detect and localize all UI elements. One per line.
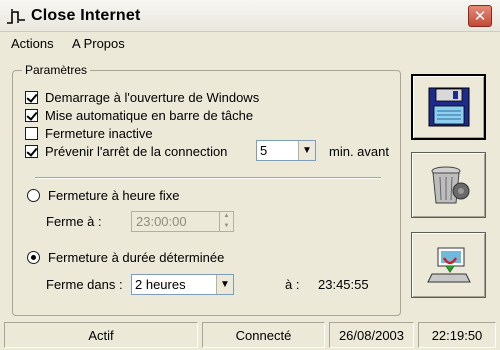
connect-button[interactable] — [411, 232, 486, 298]
window-title: Close Internet — [31, 7, 141, 24]
chevron-down-icon[interactable]: ▼ — [216, 275, 233, 294]
at-label: à : — [285, 277, 300, 292]
minutes-suffix: min. avant — [329, 144, 389, 159]
option-tray[interactable]: Mise automatique en barre de tâche — [25, 108, 253, 123]
radio-duration[interactable]: Fermeture à durée déterminée — [27, 250, 224, 265]
separator — [35, 177, 381, 179]
fixed-time-value: 23:00:00 — [136, 214, 187, 229]
status-date: 26/08/2003 — [329, 322, 414, 348]
trash-can-icon — [431, 166, 469, 204]
status-bar: Actif Connecté 26/08/2003 22:19:50 — [0, 319, 500, 350]
status-connection: Connecté — [202, 322, 325, 348]
checkbox-warn[interactable] — [25, 145, 38, 158]
option-startup[interactable]: Demarrage à l'ouverture de Windows — [25, 90, 259, 105]
menu-a-propos[interactable]: A Propos — [72, 36, 125, 51]
minutes-select-value: 5 — [260, 143, 268, 158]
checkbox-inactive[interactable] — [25, 127, 38, 140]
duration-select-value: 2 heures — [135, 277, 186, 292]
app-icon — [7, 9, 25, 24]
duration-select[interactable]: 2 heures ▼ — [131, 274, 234, 295]
spinner-down-icon[interactable]: ▼ — [220, 222, 233, 232]
radio-duration-button[interactable] — [27, 251, 40, 264]
title-bar[interactable]: Close Internet ✕ — [0, 0, 500, 32]
time-spinner[interactable]: ▲ ▼ — [219, 212, 233, 231]
menu-actions[interactable]: Actions — [11, 36, 54, 51]
checkbox-startup[interactable] — [25, 91, 38, 104]
checkbox-tray[interactable] — [25, 109, 38, 122]
minutes-select[interactable]: 5 ▼ — [256, 140, 316, 161]
chevron-down-icon[interactable]: ▼ — [298, 141, 315, 160]
save-button[interactable] — [411, 74, 486, 140]
option-warn[interactable]: Prévenir l'arrêt de la connection — [25, 144, 227, 159]
network-computer-icon — [426, 247, 471, 283]
close-icon: ✕ — [473, 7, 487, 25]
duration-field-label: Ferme dans : — [46, 277, 123, 292]
settings-group-title: Paramètres — [22, 63, 91, 77]
fixed-time-input[interactable]: 23:00:00 ▲ ▼ — [131, 211, 234, 232]
radio-fixed-time-button[interactable] — [27, 189, 40, 202]
floppy-disk-icon — [428, 87, 469, 127]
radio-fixed-time[interactable]: Fermeture à heure fixe — [27, 188, 180, 203]
radio-duration-label: Fermeture à durée déterminée — [48, 250, 225, 265]
spinner-up-icon[interactable]: ▲ — [220, 212, 233, 222]
menu-bar: Actions A Propos — [0, 32, 500, 54]
status-state: Actif — [4, 322, 198, 348]
at-time: 23:45:55 — [318, 277, 369, 292]
option-inactive-label: Fermeture inactive — [45, 126, 153, 141]
option-tray-label: Mise automatique en barre de tâche — [45, 108, 254, 123]
radio-fixed-time-label: Fermeture à heure fixe — [48, 188, 180, 203]
app-window: Close Internet ✕ Actions A Propos Paramè… — [0, 0, 500, 350]
option-startup-label: Demarrage à l'ouverture de Windows — [45, 90, 260, 105]
delete-button[interactable] — [411, 152, 486, 218]
status-time: 22:19:50 — [418, 322, 496, 348]
close-window-button[interactable]: ✕ — [468, 5, 492, 27]
fixed-time-field-label: Ferme à : — [46, 214, 102, 229]
option-inactive[interactable]: Fermeture inactive — [25, 126, 153, 141]
option-warn-label: Prévenir l'arrêt de la connection — [45, 144, 228, 159]
